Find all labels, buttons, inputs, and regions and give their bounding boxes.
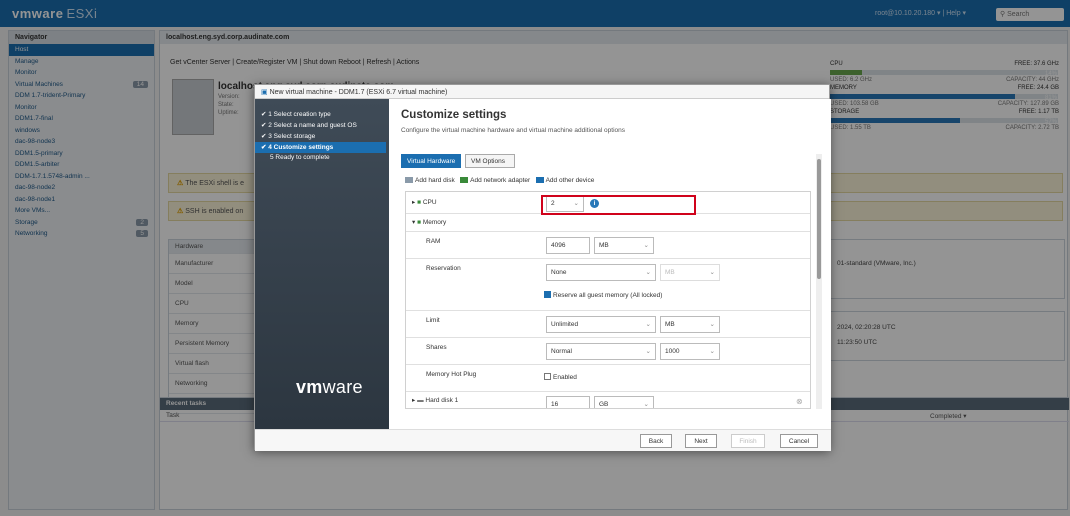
disk-icon: ▬ [417, 397, 424, 404]
memory-icon: ■ [417, 219, 422, 226]
chevron-down-icon: ⌄ [709, 348, 715, 355]
chevron-down-icon: ⌄ [643, 401, 649, 408]
chevron-down-icon: ⌄ [645, 348, 651, 355]
hotplug-label: Memory Hot Plug [426, 371, 477, 378]
add-other-device-button[interactable]: Add other device [535, 177, 594, 184]
reservation-select[interactable]: None ⌄ [546, 264, 656, 281]
disk-size-input[interactable]: 16 [546, 396, 590, 408]
ram-unit-select[interactable]: MB ⌄ [594, 237, 654, 254]
ram-label: RAM [426, 238, 441, 245]
reservation-label: Reservation [426, 265, 461, 272]
settings-heading: Customize settings [401, 109, 507, 121]
cpu-expander[interactable]: ▸ ■ CPU [412, 198, 437, 206]
dialog-title: ▣ New virtual machine - DDM1.7 (ESXi 6.7… [255, 85, 829, 99]
add-device-bar: Add hard disk Add network adapter Add ot… [405, 177, 594, 184]
chevron-down-icon: ⌄ [645, 321, 651, 328]
dialog-footer: Back Next Finish Cancel [255, 429, 831, 451]
remove-disk-icon[interactable]: ⊗ [796, 397, 803, 406]
disk-icon [405, 177, 413, 183]
scrollbar[interactable] [816, 154, 822, 409]
hotplug-row: Memory Hot Plug Enabled [406, 365, 810, 392]
tab-vm-options[interactable]: VM Options [465, 154, 515, 168]
hard-disk-row: ▸ ▬ Hard disk 1 16 GB ⌄ ⊗ [406, 392, 810, 408]
wizard-step[interactable]: ✔ 2 Select a name and guest OS [255, 120, 389, 131]
reservation-row: Reservation None ⌄ MB ⌄ Reserve all guest … [406, 259, 810, 311]
wizard-step[interactable]: 5 Ready to complete [255, 153, 389, 164]
hotplug-checkbox[interactable]: Enabled [544, 373, 577, 381]
limit-unit-select[interactable]: MB ⌄ [660, 316, 720, 333]
wizard-step[interactable]: ✔ 1 Select creation type [255, 109, 389, 120]
shares-value-select[interactable]: 1000 ⌄ [660, 343, 720, 360]
checkbox-checked-icon [544, 291, 551, 298]
ram-input[interactable]: 4096 [546, 237, 590, 254]
wizard-step[interactable]: ✔ 4 Customize settings [255, 142, 386, 153]
shares-select[interactable]: Normal ⌄ [546, 343, 656, 360]
network-icon [460, 177, 469, 183]
chevron-down-icon: ⌄ [709, 321, 715, 328]
settings-subheading: Configure the virtual machine hardware a… [401, 127, 626, 134]
reservation-unit-select[interactable]: MB ⌄ [660, 264, 720, 281]
memory-expander[interactable]: ▾ ■ Memory [412, 218, 446, 226]
disk-unit-select[interactable]: GB ⌄ [594, 396, 654, 408]
finish-button[interactable]: Finish [731, 434, 765, 448]
shares-row: Shares Normal ⌄ 1000 ⌄ [406, 338, 810, 365]
device-icon [535, 177, 544, 183]
back-button[interactable]: Back [640, 434, 672, 448]
hardware-grid: ▸ ■ CPU 2 ⌄ i ▾ ■ Memory RAM 4096 MB ⌄ Res… [405, 191, 811, 409]
memory-row: ▾ ■ Memory [406, 214, 810, 232]
customize-settings: Customize settings Configure the virtual… [389, 99, 831, 429]
limit-row: Limit Unlimited ⌄ MB ⌄ [406, 311, 810, 338]
vm-icon: ▣ [261, 89, 270, 96]
reserve-all-memory-checkbox[interactable]: Reserve all guest memory (All locked) [544, 291, 662, 299]
hard-disk-expander[interactable]: ▸ ▬ Hard disk 1 [412, 396, 458, 404]
chevron-down-icon: ⌄ [709, 269, 715, 276]
add-hard-disk-button[interactable]: Add hard disk [405, 177, 455, 184]
shares-label: Shares [426, 344, 447, 351]
ram-row: RAM 4096 MB ⌄ [406, 232, 810, 259]
cancel-button[interactable]: Cancel [780, 434, 818, 448]
wizard-step[interactable]: ✔ 3 Select storage [255, 131, 389, 142]
vmware-logo: vmware [296, 377, 363, 397]
chevron-down-icon: ⌄ [645, 269, 651, 276]
tab-virtual-hardware[interactable]: Virtual Hardware [401, 154, 461, 168]
wizard-steps: ✔ 1 Select creation type ✔ 2 Select a nam… [255, 99, 389, 429]
limit-select[interactable]: Unlimited ⌄ [546, 316, 656, 333]
limit-label: Limit [426, 317, 440, 324]
add-network-adapter-button[interactable]: Add network adapter [460, 177, 530, 184]
highlight-box [541, 195, 696, 215]
chevron-down-icon: ⌄ [643, 242, 649, 249]
cpu-icon: ■ [417, 199, 422, 206]
checkbox-icon [544, 373, 551, 380]
next-button[interactable]: Next [685, 434, 717, 448]
new-vm-dialog: ▣ New virtual machine - DDM1.7 (ESXi 6.7… [254, 84, 831, 451]
